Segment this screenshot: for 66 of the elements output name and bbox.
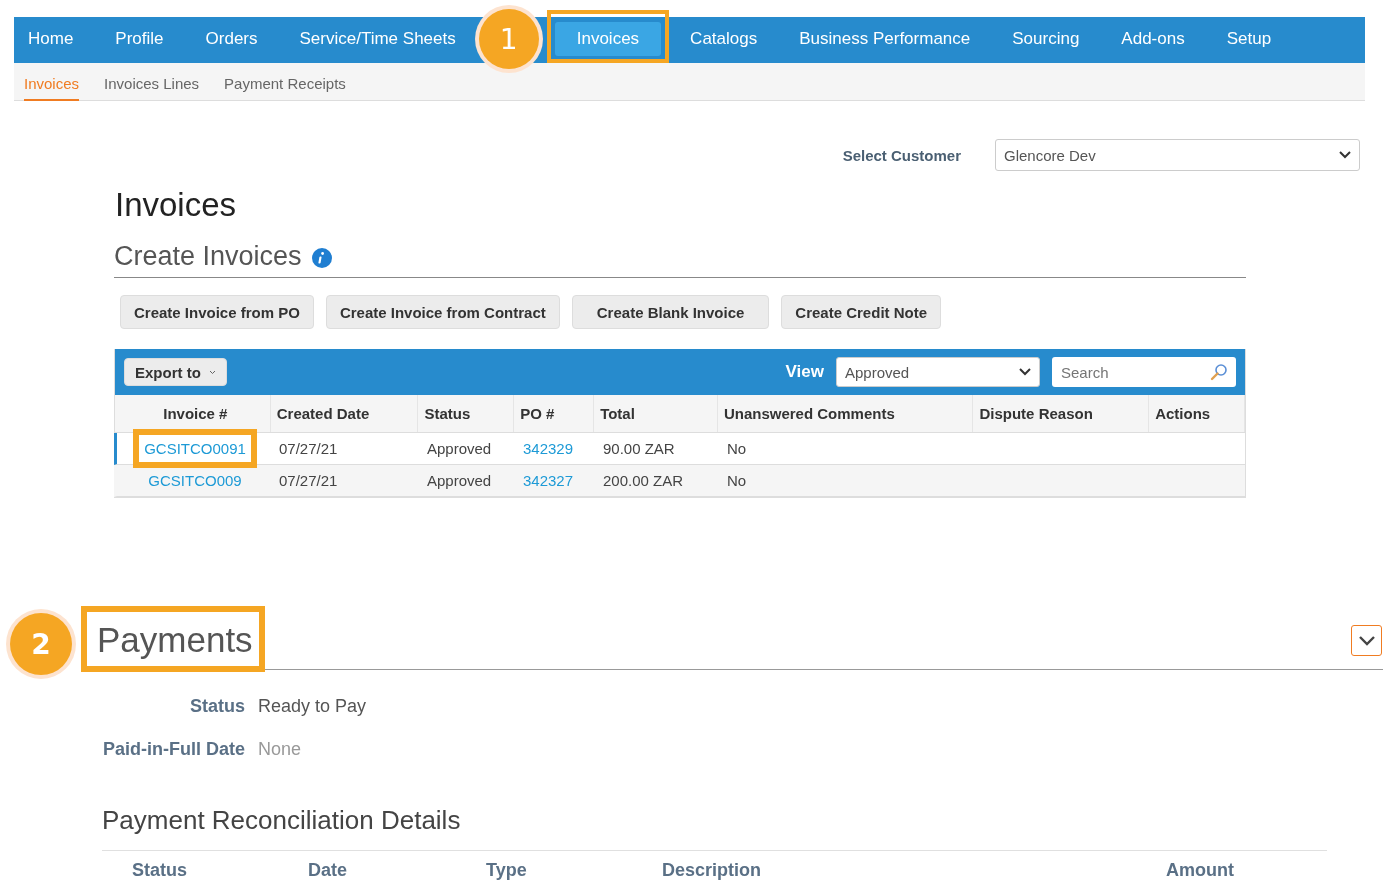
column-header: PO #: [514, 395, 595, 432]
create-button[interactable]: Create Invoice from PO: [120, 295, 314, 329]
column-header: Created Date: [270, 395, 419, 432]
column-header: Actions: [1149, 395, 1245, 432]
section-title: Create Invoices: [114, 240, 302, 272]
column-header: Dispute Reason: [973, 395, 1150, 432]
section-title: Payment Reconciliation Details: [102, 805, 1327, 851]
column-header: Type: [486, 860, 528, 881]
table-cell-text: 200.00 ZAR: [602, 472, 685, 489]
column-header: Status: [418, 395, 515, 432]
table-cell-text: No: [726, 440, 748, 457]
sub-nav-tab[interactable]: Payment Receipts: [224, 63, 346, 99]
column-header: Total: [594, 395, 718, 432]
search-field[interactable]: Search: [1052, 357, 1236, 387]
table-row[interactable]: GCSITCO009 07/27/21 Approved 342327 200.00 ZAR No: [114, 465, 1245, 497]
table-cell-text: Approved: [426, 472, 493, 489]
view-label: View: [785, 362, 824, 382]
nav-tab[interactable]: Profile: [98, 21, 181, 56]
chevron-down-icon: [1357, 634, 1376, 646]
field-value: None: [258, 739, 302, 760]
field-label: Paid-in-Full Date: [102, 739, 245, 760]
create-button[interactable]: Create Invoice from Contract: [325, 295, 560, 329]
table-cell-text: 90.00 ZAR: [602, 440, 676, 457]
nav-tab[interactable]: Setup: [1209, 21, 1289, 56]
caret-icon: [208, 369, 216, 375]
nav-tab[interactable]: Catalogs: [673, 21, 775, 56]
callout-badge: 1: [478, 9, 539, 69]
table-cell-text: No: [726, 472, 748, 489]
nav-tab[interactable]: Service/Time Sheets: [282, 21, 473, 56]
info-icon[interactable]: [311, 248, 332, 268]
nav-tab[interactable]: Home: [18, 21, 91, 56]
export-button[interactable]: Export to: [124, 358, 227, 386]
callout-badge: 2: [10, 613, 72, 675]
column-header: Status: [132, 860, 188, 881]
field-value: Ready to Pay: [258, 696, 367, 717]
column-header: Invoice #: [115, 395, 271, 432]
sub-nav-tab[interactable]: Invoices: [24, 63, 80, 101]
create-button[interactable]: Create Blank Invoice: [571, 295, 770, 329]
page-title: Invoices: [115, 185, 238, 225]
table-cell-text: 07/27/21: [278, 472, 339, 489]
invoice-link[interactable]: GCSITCO0091: [133, 429, 257, 468]
nav-tab[interactable]: Sourcing: [995, 21, 1097, 56]
table-cell-text: Approved: [426, 440, 493, 457]
nav-tab[interactable]: Invoices: [554, 21, 662, 56]
column-header: Amount: [1166, 860, 1234, 881]
column-header: Unanswered Comments: [717, 395, 974, 432]
field-label: Status: [189, 696, 245, 717]
po-link[interactable]: 342327: [523, 472, 574, 489]
column-header: Description: [662, 860, 763, 881]
column-header: Date: [308, 860, 348, 881]
nav-tab[interactable]: Orders: [188, 21, 275, 56]
view-select[interactable]: Approved: [836, 357, 1040, 387]
table-cell-text: 07/27/21: [278, 440, 339, 457]
nav-tab[interactable]: Business Performance: [782, 21, 988, 56]
create-button[interactable]: Create Credit Note: [781, 295, 942, 329]
chevron-down-icon: [1339, 151, 1351, 159]
search-icon: [1210, 363, 1228, 381]
sub-nav-tab[interactable]: Invoices Lines: [104, 63, 200, 99]
invoice-link[interactable]: GCSITCO009: [148, 472, 242, 489]
nav-tab[interactable]: Add-ons: [1104, 21, 1202, 56]
section-title: Payments: [81, 606, 265, 672]
collapse-button[interactable]: [1351, 624, 1382, 656]
customer-select[interactable]: Glencore Dev: [995, 139, 1360, 171]
chevron-down-icon: [1019, 368, 1031, 376]
field-label: Select Customer: [842, 146, 961, 164]
po-link[interactable]: 342329: [523, 440, 574, 457]
